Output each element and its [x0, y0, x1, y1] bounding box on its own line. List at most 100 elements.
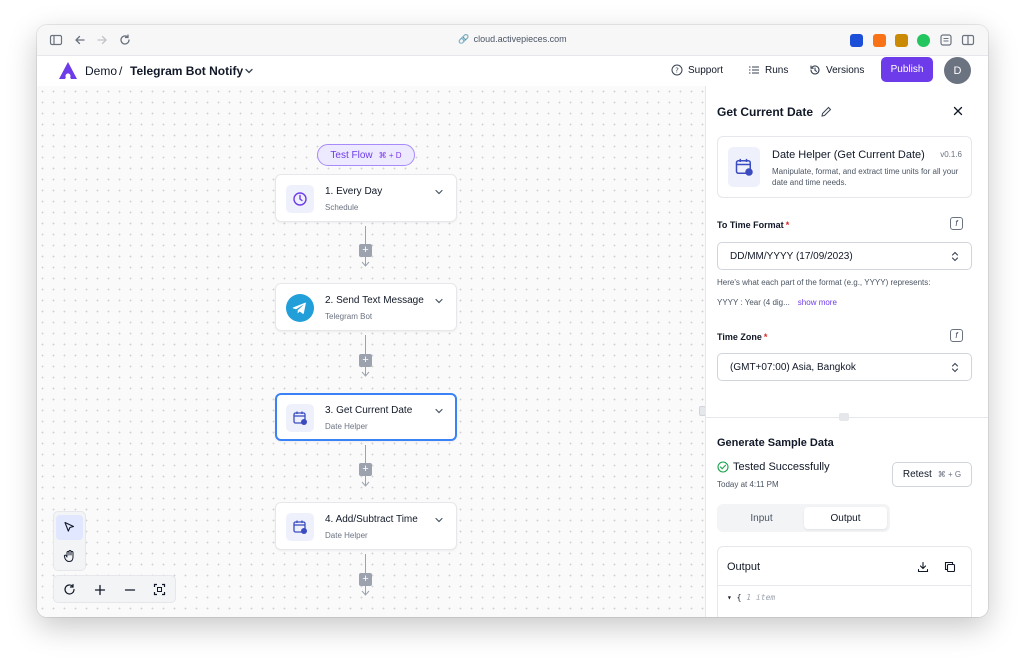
zoom-in-button[interactable] [86, 577, 113, 602]
hand-icon [63, 549, 73, 562]
svg-text:?: ? [675, 67, 679, 75]
add-step-button[interactable]: + [359, 573, 372, 586]
caret-down-icon[interactable]: ▾ [727, 593, 737, 602]
step-subtitle: Date Helper [325, 531, 368, 540]
tab-output[interactable]: Output [804, 507, 887, 529]
rotate-icon [64, 583, 75, 595]
select-value: DD/MM/YYYY (17/09/2023) [730, 250, 853, 262]
show-more-link[interactable]: show more [798, 298, 837, 307]
zoom-toolbar [53, 575, 176, 603]
telegram-icon [286, 294, 314, 322]
zoom-out-button[interactable] [116, 577, 143, 602]
fit-view-button[interactable] [146, 577, 173, 602]
add-step-button[interactable]: + [359, 244, 372, 257]
chevron-down-icon[interactable] [434, 515, 444, 525]
chevron-down-icon[interactable] [434, 406, 444, 416]
test-flow-button[interactable]: Test Flow ⌘ + D [317, 144, 415, 166]
extension-icon-3[interactable] [895, 34, 908, 47]
split-resize-handle[interactable] [839, 413, 849, 421]
flow-canvas[interactable]: Test Flow ⌘ + D 1. Every Day Schedule + … [37, 86, 706, 617]
add-step-button[interactable]: + [359, 354, 372, 367]
output-title: Output [727, 561, 761, 573]
chevron-down-icon[interactable] [243, 65, 255, 77]
close-icon[interactable] [952, 105, 964, 117]
list-icon [749, 66, 759, 74]
json-root[interactable]: ▾ { 1 item [727, 593, 775, 602]
canvas-mode-toolbar [53, 511, 86, 571]
to-time-format-label: To Time Format * [717, 220, 789, 230]
avatar[interactable]: D [944, 57, 971, 84]
address-bar[interactable]: 🔗 cloud.activepieces.com [37, 34, 988, 45]
step-subtitle: Date Helper [325, 422, 368, 431]
arrow-down-icon [361, 261, 370, 267]
step-title: 4. Add/Subtract Time [325, 514, 418, 525]
sample-data-title: Generate Sample Data [717, 437, 834, 449]
field-label-text: Time Zone [717, 332, 762, 342]
support-button[interactable]: ? Support [671, 64, 723, 76]
reader-icon[interactable] [939, 33, 953, 47]
format-help-detail: YYYY : Year (4 dig... show more [717, 298, 837, 307]
activepieces-logo[interactable] [57, 61, 79, 81]
cursor-icon [64, 521, 75, 532]
arrow-down-icon [361, 481, 370, 487]
reset-view-button[interactable] [56, 577, 83, 602]
json-comment: 1 item [746, 593, 776, 602]
field-label-text: To Time Format [717, 220, 784, 230]
format-help-detail-text: YYYY : Year (4 dig... [717, 298, 790, 307]
link-icon: 🔗 [458, 34, 470, 44]
plus-icon [94, 584, 105, 595]
pan-hand-button[interactable] [56, 543, 83, 568]
step-subtitle: Schedule [325, 203, 359, 212]
step-title: 2. Send Text Message [325, 295, 424, 306]
piece-card: Date Helper (Get Current Date) v0.1.6 Ma… [717, 136, 972, 198]
extension-icon-2[interactable] [873, 34, 886, 47]
arrow-down-icon [361, 590, 370, 596]
select-value: (GMT+07:00) Asia, Bangkok [730, 361, 856, 373]
flow-step-3[interactable]: 3. Get Current Date Date Helper [275, 393, 457, 441]
calendar-icon [728, 147, 760, 187]
sample-data-tabs: Input Output [717, 504, 890, 532]
step-subtitle: Telegram Bot [325, 312, 373, 321]
to-time-format-select[interactable]: DD/MM/YYYY (17/09/2023) [717, 242, 972, 270]
split-view-icon[interactable] [961, 33, 975, 47]
panel-title[interactable]: Get Current Date [717, 105, 813, 119]
format-help-text: Here's what each part of the format (e.g… [717, 278, 931, 287]
chevron-down-icon[interactable] [434, 187, 444, 197]
dynamic-value-toggle[interactable]: f [950, 329, 963, 342]
step-settings-panel: Get Current Date Date Helper (Get Curren… [705, 86, 988, 617]
extension-icon-4[interactable] [917, 34, 930, 47]
calendar-icon [286, 513, 314, 541]
test-flow-label: Test Flow [330, 149, 373, 161]
runs-label: Runs [765, 64, 789, 76]
flow-step-2[interactable]: 2. Send Text Message Telegram Bot [275, 283, 457, 331]
pencil-icon[interactable] [821, 106, 832, 117]
flow-name[interactable]: Telegram Bot Notify [130, 64, 243, 78]
browser-toolbar: 🔗 cloud.activepieces.com [37, 25, 988, 56]
breadcrumb-project[interactable]: Demo [85, 64, 117, 78]
piece-name: Date Helper (Get Current Date) [772, 149, 925, 161]
retest-label: Retest [902, 469, 932, 480]
dynamic-value-toggle[interactable]: f [950, 217, 963, 230]
piece-version: v0.1.6 [940, 150, 962, 159]
tab-input[interactable]: Input [720, 507, 803, 529]
select-pointer-button[interactable] [56, 515, 83, 540]
time-zone-select[interactable]: (GMT+07:00) Asia, Bangkok [717, 353, 972, 381]
json-brace: { [736, 593, 742, 602]
check-circle-icon [717, 461, 729, 473]
extension-icon-1[interactable] [850, 34, 863, 47]
publish-button[interactable]: Publish [881, 57, 933, 82]
piece-description: Manipulate, format, and extract time uni… [772, 167, 959, 187]
time-zone-label: Time Zone * [717, 332, 767, 342]
download-icon[interactable] [917, 561, 929, 573]
retest-button[interactable]: Retest ⌘ + G [892, 462, 972, 487]
clock-icon [286, 185, 314, 213]
history-icon [810, 65, 820, 75]
chevron-down-icon[interactable] [434, 296, 444, 306]
versions-button[interactable]: Versions [809, 64, 864, 76]
chevron-up-down-icon [951, 362, 959, 373]
copy-icon[interactable] [944, 561, 956, 573]
flow-step-1[interactable]: 1. Every Day Schedule [275, 174, 457, 222]
runs-button[interactable]: Runs [748, 64, 788, 76]
add-step-button[interactable]: + [359, 463, 372, 476]
flow-step-4[interactable]: 4. Add/Subtract Time Date Helper [275, 502, 457, 550]
